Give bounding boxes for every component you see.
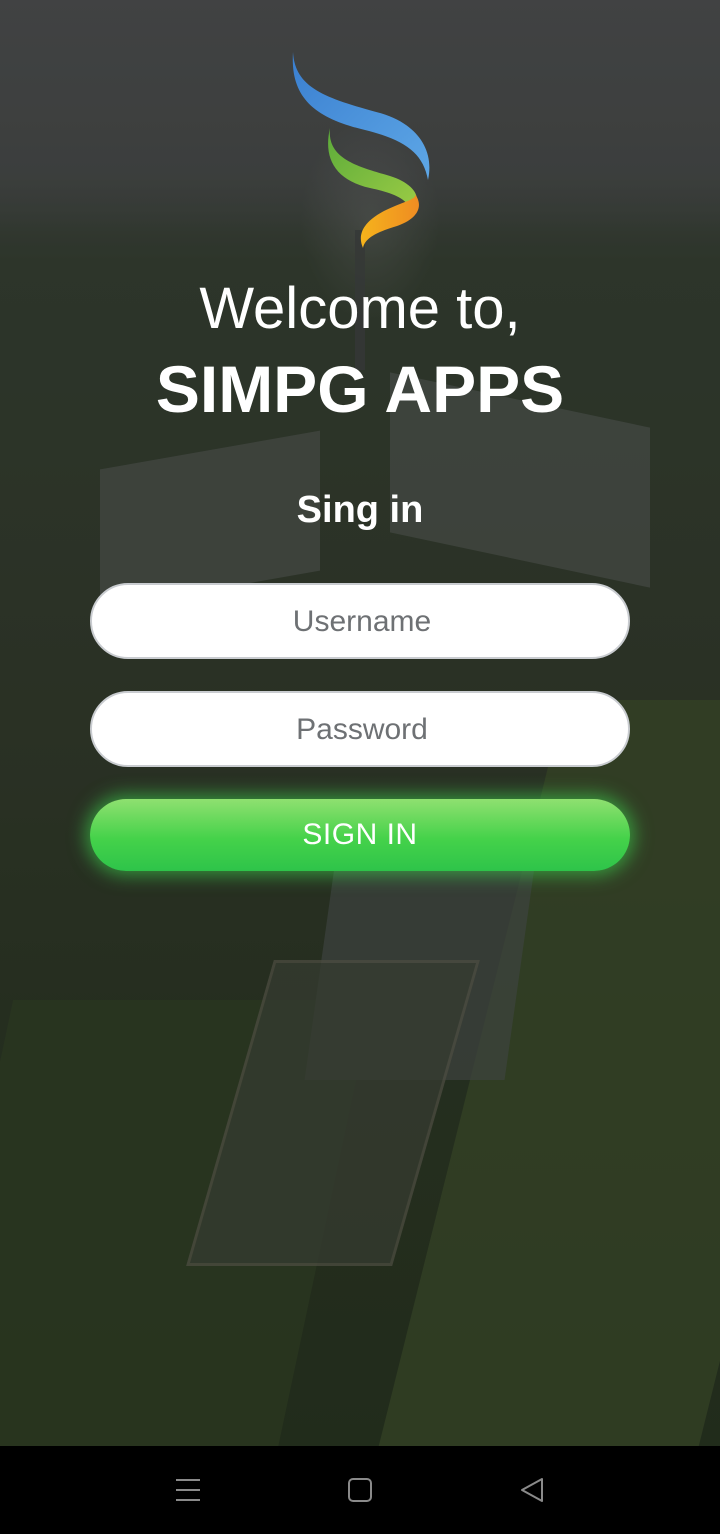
sign-in-button-label: SIGN IN	[302, 818, 418, 851]
menu-lines-icon[interactable]	[164, 1466, 212, 1514]
sign-in-heading: Sing in	[296, 489, 424, 531]
login-screen: Welcome to, SIMPG APPS Sing in SIGN IN	[0, 0, 720, 1534]
triangle-back-icon[interactable]	[508, 1466, 556, 1514]
app-name-title: SIMPG APPS	[155, 352, 565, 426]
password-field-container	[90, 691, 632, 767]
app-logo	[292, 52, 430, 248]
username-input[interactable]	[92, 585, 632, 659]
username-field-container	[90, 583, 632, 659]
system-navigation-bar	[0, 1446, 720, 1534]
square-home-icon[interactable]	[336, 1466, 384, 1514]
sign-in-button[interactable]: SIGN IN	[90, 799, 630, 871]
welcome-text: Welcome to,	[199, 276, 521, 341]
password-input[interactable]	[92, 693, 632, 767]
